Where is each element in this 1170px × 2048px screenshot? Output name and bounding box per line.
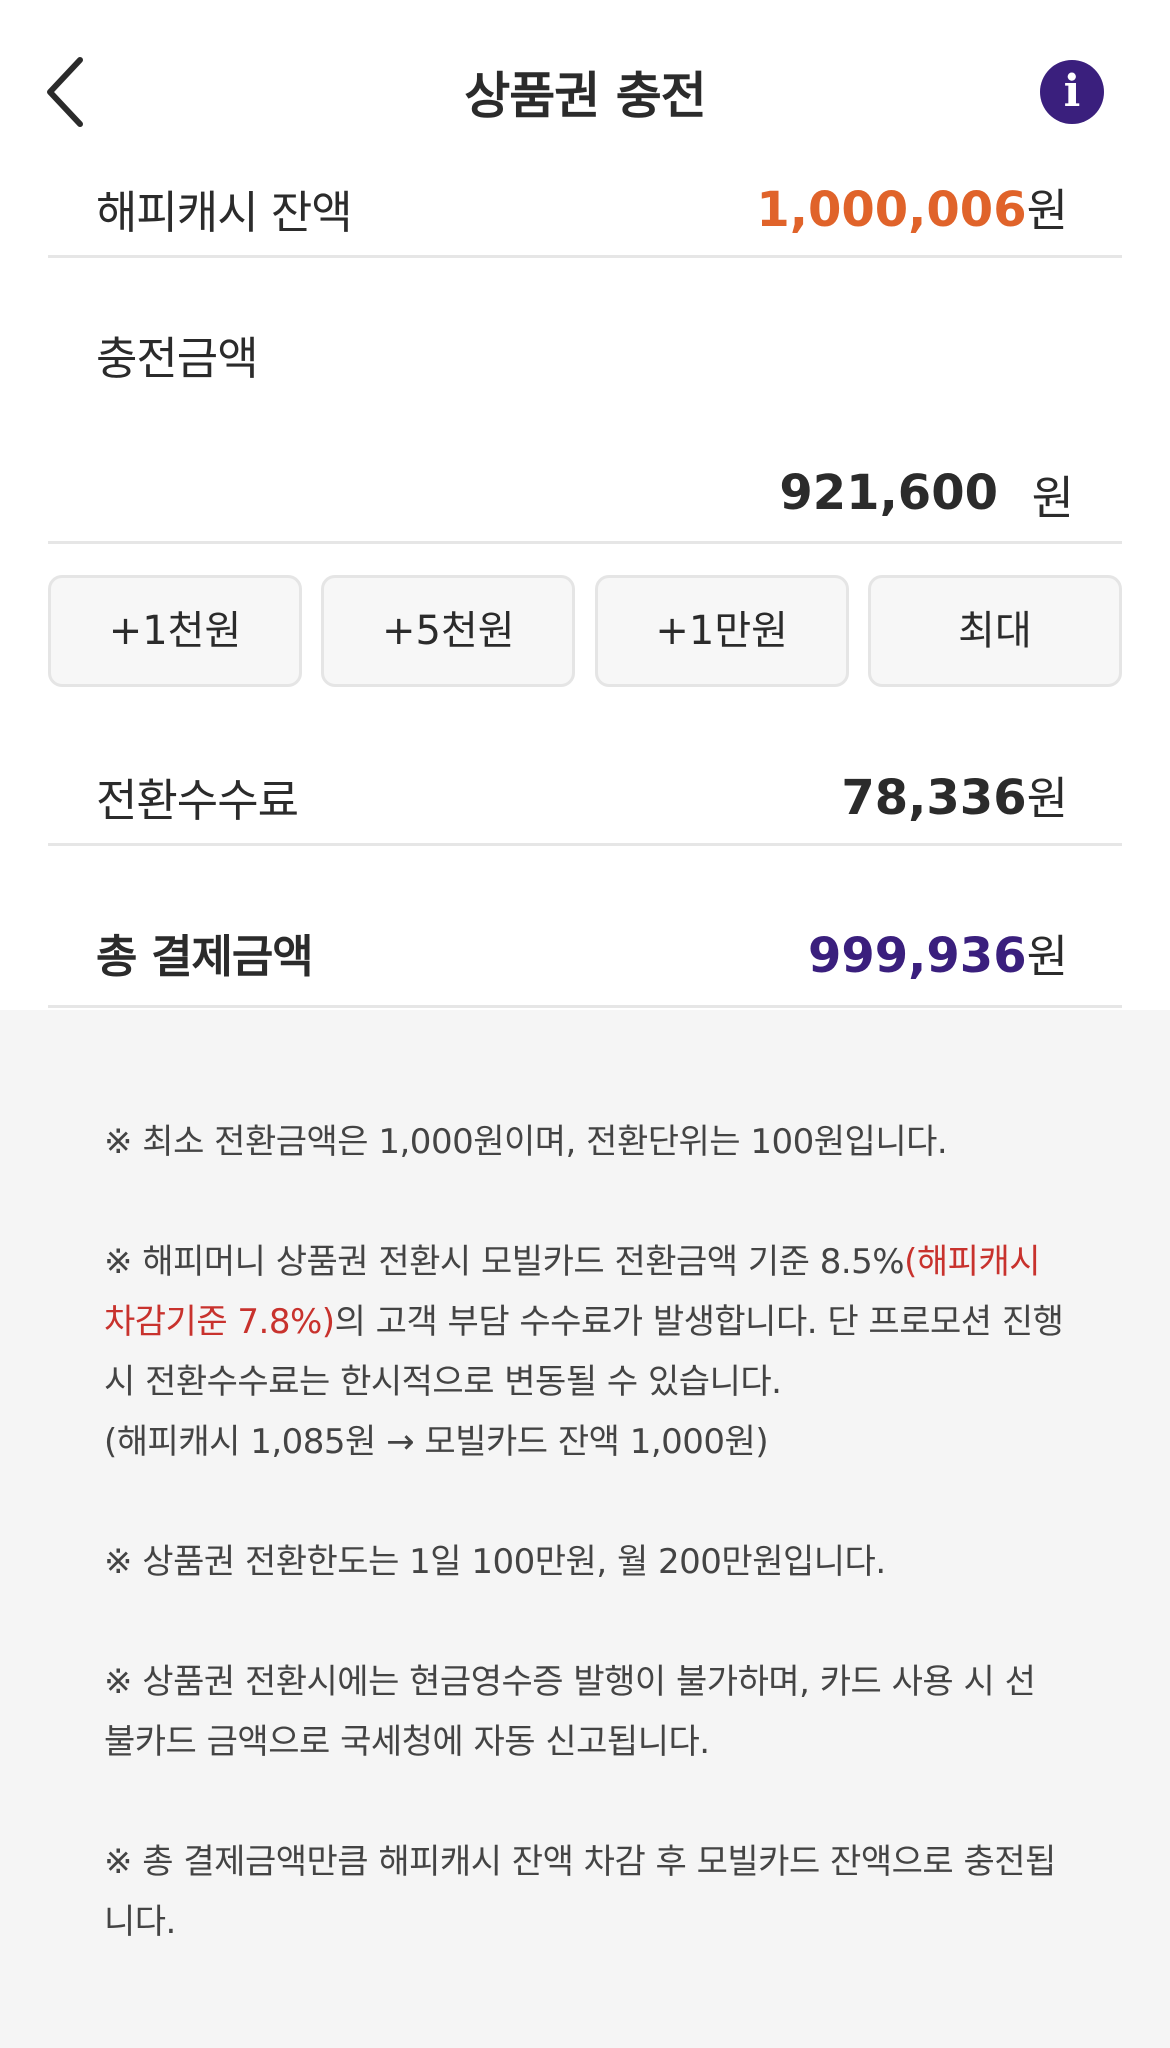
add-1000-button[interactable]: +1천원 xyxy=(48,575,302,687)
notice-fee-example: (해피캐시 1,085원 → 모빌카드 잔액 1,000원) xyxy=(104,1422,769,1462)
notice-deduction: ※ 총 결제금액만큼 해피캐시 잔액 차감 후 모빌카드 잔액으로 충전됩니다. xyxy=(104,1842,1056,1942)
notice-section: ※ 최소 전환금액은 1,000원이며, 전환단위는 100원입니다. ※ 해피… xyxy=(0,1010,1170,2048)
balance-unit: 원 xyxy=(1026,184,1068,237)
balance-amount: 1,000,006 xyxy=(756,182,1027,238)
quick-amount-buttons: +1천원 +5천원 +1만원 최대 xyxy=(48,575,1122,687)
total-unit: 원 xyxy=(1026,930,1068,983)
notice-receipt: ※ 상품권 전환시에는 현금영수증 발행이 불가하며, 카드 사용 시 선불카드… xyxy=(104,1662,1036,1762)
total-amount: 999,936 xyxy=(807,928,1027,984)
fee-label: 전환수수료 xyxy=(96,774,299,827)
balance-label: 해피캐시 잔액 xyxy=(96,186,353,239)
total-value: 999,936원 xyxy=(808,920,1068,985)
notice-min-amount: ※ 최소 전환금액은 1,000원이며, 전환단위는 100원입니다. xyxy=(104,1122,948,1162)
total-label: 총 결제금액 xyxy=(96,930,314,983)
balance-value: 1,000,006원 xyxy=(756,174,1068,239)
add-5000-button[interactable]: +5천원 xyxy=(321,575,576,687)
notice-fee: ※ 해피머니 상품권 전환시 모빌카드 전환금액 기준 8.5%(해피캐시 차감… xyxy=(104,1232,1064,1472)
page-title: 상품권 충전 xyxy=(464,67,706,125)
fee-value: 78,336원 xyxy=(841,762,1068,827)
fee-amount: 78,336 xyxy=(841,770,1027,826)
total-row: 총 결제금액 999,936원 xyxy=(48,880,1122,1008)
header: 상품권 충전 i xyxy=(0,0,1170,180)
balance-row: 해피캐시 잔액 1,000,006원 xyxy=(48,166,1122,258)
info-icon: i xyxy=(1063,66,1081,117)
charge-amount-row: 충전금액 원 xyxy=(48,290,1122,544)
notice-fee-text: ※ 해피머니 상품권 전환시 모빌카드 전환금액 기준 8.5% xyxy=(104,1242,905,1282)
charge-amount-input[interactable] xyxy=(498,458,998,528)
max-button[interactable]: 최대 xyxy=(867,575,1122,687)
charge-amount-label: 충전금액 xyxy=(96,332,259,385)
add-10000-button[interactable]: +1만원 xyxy=(594,575,849,687)
notice-limit: ※ 상품권 전환한도는 1일 100만원, 월 200만원입니다. xyxy=(104,1542,886,1582)
fee-row: 전환수수료 78,336원 xyxy=(48,716,1122,846)
charge-amount-unit: 원 xyxy=(1031,471,1074,525)
fee-unit: 원 xyxy=(1026,772,1068,825)
info-button[interactable]: i xyxy=(1040,60,1104,124)
